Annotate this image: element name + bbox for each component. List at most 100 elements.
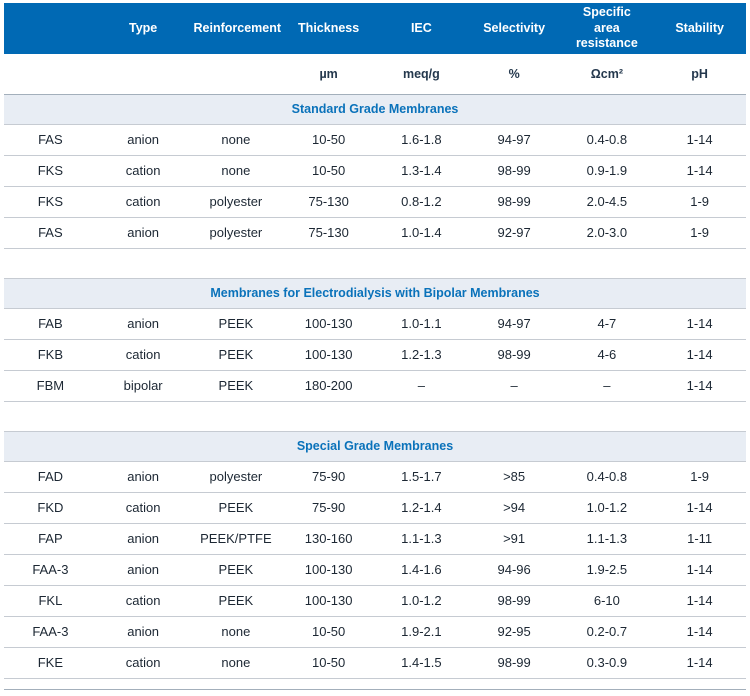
table-cell: polyester <box>190 186 283 217</box>
table-cell: 1.4-1.5 <box>375 647 468 678</box>
unit-cell-stability: pH <box>653 54 746 95</box>
table-cell: 10-50 <box>282 647 375 678</box>
table-cell: 98-99 <box>468 647 561 678</box>
table-cell: 98-99 <box>468 339 561 370</box>
section-header-row: Standard Grade Membranes <box>4 94 746 124</box>
table-cell: 94-97 <box>468 124 561 155</box>
unit-cell-resistance: Ωcm² <box>561 54 654 95</box>
section-header-row: Membranes for Electrodialysis with Bipol… <box>4 278 746 308</box>
table-cell: 75-130 <box>282 217 375 248</box>
table-cell: PEEK <box>190 308 283 339</box>
table-cell: FBM <box>4 370 97 401</box>
table-cell: FKE <box>4 647 97 678</box>
bottom-rule <box>4 689 746 696</box>
table-row: FKLcationPEEK100-1301.0-1.298-996-101-14 <box>4 585 746 616</box>
table-cell: 10-50 <box>282 155 375 186</box>
col-header-selectivity: Selectivity <box>468 3 561 54</box>
column-header-row: Type Reinforcement Thickness IEC Selecti… <box>4 3 746 54</box>
table-cell: 92-95 <box>468 616 561 647</box>
table-cell: PEEK <box>190 554 283 585</box>
table-cell: 1.0-1.2 <box>375 585 468 616</box>
table-cell: PEEK/PTFE <box>190 523 283 554</box>
table-cell: PEEK <box>190 585 283 616</box>
table-cell: 4-6 <box>561 339 654 370</box>
table-cell: FAP <box>4 523 97 554</box>
section-spacer <box>4 248 746 278</box>
table-cell: 1.1-1.3 <box>375 523 468 554</box>
table-cell: 1-9 <box>653 461 746 492</box>
unit-cell-thickness: µm <box>282 54 375 95</box>
table-cell: PEEK <box>190 492 283 523</box>
table-cell: FKD <box>4 492 97 523</box>
table-row: FKScationpolyester75-1300.8-1.298-992.0-… <box>4 186 746 217</box>
table-cell: 1.2-1.3 <box>375 339 468 370</box>
col-header-stability: Stability <box>653 3 746 54</box>
table-cell: 98-99 <box>468 585 561 616</box>
col-header-name <box>4 3 97 54</box>
table-cell: 100-130 <box>282 308 375 339</box>
table-cell: 1.0-1.2 <box>561 492 654 523</box>
table-cell: 1.5-1.7 <box>375 461 468 492</box>
table-cell: cation <box>97 186 190 217</box>
table-cell: 75-90 <box>282 492 375 523</box>
table-row: FAA-3anionnone10-501.9-2.192-950.2-0.71-… <box>4 616 746 647</box>
table-cell: none <box>190 124 283 155</box>
table-cell: 1-9 <box>653 217 746 248</box>
table-cell: none <box>190 647 283 678</box>
unit-cell-type <box>97 54 190 95</box>
table-cell: 1-14 <box>653 124 746 155</box>
table-cell: anion <box>97 461 190 492</box>
col-header-thickness: Thickness <box>282 3 375 54</box>
section-title: Membranes for Electrodialysis with Bipol… <box>4 278 746 308</box>
table-cell: 1.4-1.6 <box>375 554 468 585</box>
table-row: FKBcationPEEK100-1301.2-1.398-994-61-14 <box>4 339 746 370</box>
table-cell: 2.0-3.0 <box>561 217 654 248</box>
table-cell: 75-130 <box>282 186 375 217</box>
table-cell: cation <box>97 155 190 186</box>
table-cell: 75-90 <box>282 461 375 492</box>
table-cell: 180-200 <box>282 370 375 401</box>
table-cell: 1-14 <box>653 585 746 616</box>
table-cell: – <box>375 370 468 401</box>
table-cell: anion <box>97 554 190 585</box>
section-header-row: Special Grade Membranes <box>4 431 746 461</box>
table-cell: anion <box>97 308 190 339</box>
table-cell: 100-130 <box>282 585 375 616</box>
section-spacer-cell <box>4 248 746 278</box>
table-row: FASanionpolyester75-1301.0-1.492-972.0-3… <box>4 217 746 248</box>
section-title: Special Grade Membranes <box>4 431 746 461</box>
section-title: Standard Grade Membranes <box>4 94 746 124</box>
table-cell: anion <box>97 217 190 248</box>
table-row: FKScationnone10-501.3-1.498-990.9-1.91-1… <box>4 155 746 186</box>
unit-cell-selectivity: % <box>468 54 561 95</box>
table-cell: none <box>190 616 283 647</box>
table-cell: 98-99 <box>468 186 561 217</box>
membrane-spec-table: Type Reinforcement Thickness IEC Selecti… <box>4 3 746 679</box>
table-cell: 0.3-0.9 <box>561 647 654 678</box>
table-cell: 1-9 <box>653 186 746 217</box>
table-cell: PEEK <box>190 370 283 401</box>
table-cell: >91 <box>468 523 561 554</box>
table-cell: cation <box>97 339 190 370</box>
table-cell: cation <box>97 492 190 523</box>
table-cell: polyester <box>190 217 283 248</box>
table-cell: 94-96 <box>468 554 561 585</box>
table-cell: 1-14 <box>653 155 746 186</box>
table-cell: 100-130 <box>282 339 375 370</box>
table-cell: anion <box>97 124 190 155</box>
table-cell: 1-14 <box>653 308 746 339</box>
table-cell: 1.1-1.3 <box>561 523 654 554</box>
table-row: FAPanionPEEK/PTFE130-1601.1-1.3>911.1-1.… <box>4 523 746 554</box>
table-cell: 1-14 <box>653 339 746 370</box>
table-cell: anion <box>97 616 190 647</box>
table-cell: – <box>561 370 654 401</box>
table-cell: 130-160 <box>282 523 375 554</box>
table-cell: FAA-3 <box>4 554 97 585</box>
table-cell: none <box>190 155 283 186</box>
table-row: FABanionPEEK100-1301.0-1.194-974-71-14 <box>4 308 746 339</box>
table-cell: >94 <box>468 492 561 523</box>
table-cell: FKL <box>4 585 97 616</box>
table-row: FBMbipolarPEEK180-200–––1-14 <box>4 370 746 401</box>
table-cell: 100-130 <box>282 554 375 585</box>
table-cell: 0.4-0.8 <box>561 461 654 492</box>
